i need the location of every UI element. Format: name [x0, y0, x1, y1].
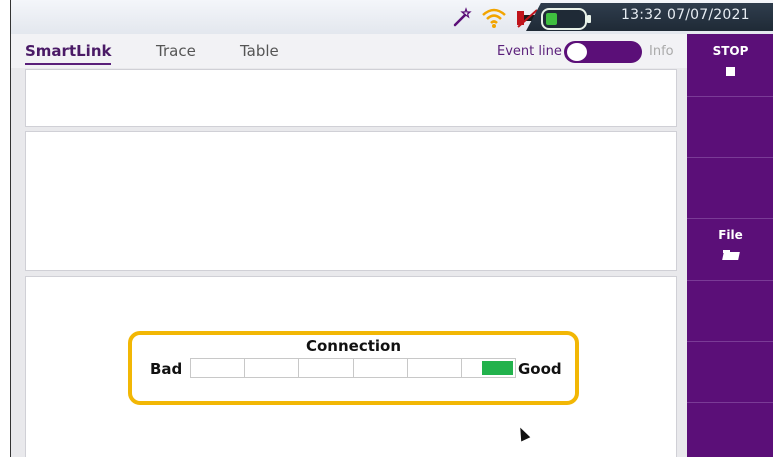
- middle-panel: [25, 131, 677, 271]
- connection-title: Connection: [305, 337, 402, 355]
- clock-date: 07/07/2021: [667, 7, 750, 23]
- tab-bar: SmartLink Trace Table Event line Info: [11, 34, 687, 68]
- connection-bad-label: Bad: [150, 360, 183, 378]
- top-panel: [25, 69, 677, 127]
- quality-segment-3: [298, 358, 354, 378]
- sidebar-button-5[interactable]: [687, 280, 773, 342]
- sidebar-button-3[interactable]: [687, 157, 773, 219]
- folder-icon: [722, 250, 739, 260]
- quality-segment-6: [460, 358, 517, 378]
- quality-segment-4: [352, 358, 408, 378]
- file-button[interactable]: File: [687, 218, 773, 281]
- connection-quality-widget: Connection Bad Good: [128, 331, 579, 405]
- quality-segment-1: [190, 358, 246, 378]
- sidebar-button-6[interactable]: [687, 341, 773, 403]
- toggle-knob: [567, 43, 587, 61]
- tab-smartlink[interactable]: SmartLink: [25, 42, 111, 60]
- quality-segment-5: [406, 358, 462, 378]
- sidebar-button-7[interactable]: [687, 402, 773, 457]
- clock: 13:32 07/07/2021: [621, 7, 750, 23]
- tab-table[interactable]: Table: [240, 42, 279, 60]
- clock-time: 13:32: [621, 7, 663, 23]
- event-line-label: Event line: [497, 44, 562, 59]
- right-sidebar: STOP File: [687, 34, 773, 457]
- stop-label: STOP: [712, 44, 749, 58]
- stop-icon: [726, 67, 735, 76]
- app-window: 13:32 07/07/2021 SmartLink Trace Table E…: [10, 0, 773, 457]
- status-icons: [451, 6, 539, 30]
- quality-segment-2: [244, 358, 300, 378]
- stop-button[interactable]: STOP: [687, 34, 773, 97]
- event-line-toggle[interactable]: [564, 41, 642, 63]
- connection-quality-bar: [190, 358, 517, 378]
- tab-trace[interactable]: Trace: [156, 42, 196, 60]
- wifi-icon: [482, 8, 506, 28]
- sidebar-button-2[interactable]: [687, 96, 773, 158]
- info-label[interactable]: Info: [649, 44, 674, 59]
- active-tab-indicator: [25, 63, 111, 65]
- file-label: File: [718, 228, 743, 242]
- battery-icon: [541, 8, 591, 30]
- wand-icon: [453, 7, 472, 27]
- status-bar: 13:32 07/07/2021: [11, 0, 773, 35]
- connection-good-label: Good: [518, 360, 562, 378]
